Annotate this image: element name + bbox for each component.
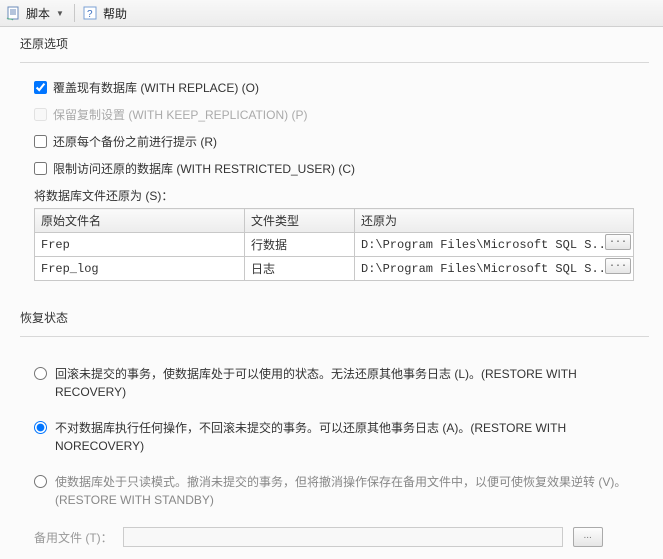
help-icon: ? [83, 5, 99, 21]
checkbox-prompt-each-input[interactable] [34, 135, 47, 148]
svg-text:?: ? [87, 9, 93, 20]
radio-standby-input[interactable] [34, 475, 47, 488]
script-button[interactable]: 脚本 [26, 5, 50, 22]
browse-button[interactable]: ... [605, 258, 631, 274]
recovery-state-group: 回滚未提交的事务，使数据库处于可以使用的状态。无法还原其他事务日志 (L)。(R… [20, 349, 649, 551]
radio-norecovery[interactable]: 不对数据库执行任何操作，不回滚未提交的事务。可以还原其他事务日志 (A)。(RE… [34, 419, 645, 455]
standby-file-row: 备用文件 (T)： ... [34, 527, 645, 547]
radio-norecovery-input[interactable] [34, 421, 47, 434]
help-button[interactable]: 帮助 [103, 5, 127, 22]
separator [20, 62, 649, 63]
radio-recovery-input[interactable] [34, 367, 47, 380]
standby-file-input [123, 527, 563, 547]
col-restore-as[interactable]: 还原为 [355, 209, 634, 233]
cell-restore-text: D:\Program Files\Microsoft SQL S... [361, 262, 613, 276]
checkbox-keep-replication: 保留复制设置 (WITH KEEP_REPLICATION) (P) [34, 106, 645, 123]
radio-norecovery-label: 不对数据库执行任何操作，不回滚未提交的事务。可以还原其他事务日志 (A)。(RE… [55, 419, 635, 455]
restore-options-group: 覆盖现有数据库 (WITH REPLACE) (O) 保留复制设置 (WITH … [20, 75, 649, 285]
radio-standby[interactable]: 使数据库处于只读模式。撤消未提交的事务，但将撤消操作保存在备用文件中，以便可使恢… [34, 473, 645, 509]
browse-button[interactable]: ... [605, 234, 631, 250]
checkbox-restricted-user-label: 限制访问还原的数据库 (WITH RESTRICTED_USER) (C) [53, 160, 355, 177]
main-content: 还原选项 覆盖现有数据库 (WITH REPLACE) (O) 保留复制设置 (… [0, 27, 663, 559]
checkbox-overwrite-input[interactable] [34, 81, 47, 94]
cell-type: 日志 [245, 257, 355, 281]
radio-recovery-label: 回滚未提交的事务，使数据库处于可以使用的状态。无法还原其他事务日志 (L)。(R… [55, 365, 635, 401]
checkbox-prompt-each[interactable]: 还原每个备份之前进行提示 (R) [34, 133, 645, 150]
col-type[interactable]: 文件类型 [245, 209, 355, 233]
radio-recovery[interactable]: 回滚未提交的事务，使数据库处于可以使用的状态。无法还原其他事务日志 (L)。(R… [34, 365, 645, 401]
cell-restore-text: D:\Program Files\Microsoft SQL S... [361, 238, 613, 252]
toolbar-separator [74, 4, 75, 22]
table-header-row: 原始文件名 文件类型 还原为 [35, 209, 634, 233]
table-row[interactable]: Frep 行数据 D:\Program Files\Microsoft SQL … [35, 233, 634, 257]
toolbar: 脚本 ▼ ? 帮助 [0, 0, 663, 27]
separator [20, 336, 649, 337]
restore-files-table: 原始文件名 文件类型 还原为 Frep 行数据 D:\Program Files… [34, 208, 634, 281]
cell-orig: Frep_log [35, 257, 245, 281]
checkbox-keep-replication-input [34, 108, 47, 121]
cell-type: 行数据 [245, 233, 355, 257]
cell-restore[interactable]: D:\Program Files\Microsoft SQL S... ... [355, 257, 634, 281]
script-icon [6, 5, 22, 21]
standby-file-label: 备用文件 (T)： [34, 529, 113, 546]
restore-options-title: 还原选项 [20, 35, 649, 52]
recovery-state-title: 恢复状态 [20, 309, 649, 326]
cell-orig: Frep [35, 233, 245, 257]
checkbox-overwrite[interactable]: 覆盖现有数据库 (WITH REPLACE) (O) [34, 79, 645, 96]
checkbox-keep-replication-label: 保留复制设置 (WITH KEEP_REPLICATION) (P) [53, 106, 307, 123]
checkbox-restricted-user-input[interactable] [34, 162, 47, 175]
radio-standby-label: 使数据库处于只读模式。撤消未提交的事务，但将撤消操作保存在备用文件中，以便可使恢… [55, 473, 635, 509]
table-row[interactable]: Frep_log 日志 D:\Program Files\Microsoft S… [35, 257, 634, 281]
checkbox-prompt-each-label: 还原每个备份之前进行提示 (R) [53, 133, 217, 150]
checkbox-restricted-user[interactable]: 限制访问还原的数据库 (WITH RESTRICTED_USER) (C) [34, 160, 645, 177]
script-dropdown-icon[interactable]: ▼ [54, 9, 66, 18]
col-original[interactable]: 原始文件名 [35, 209, 245, 233]
restore-files-label: 将数据库文件还原为 (S)： [34, 187, 645, 204]
checkbox-overwrite-label: 覆盖现有数据库 (WITH REPLACE) (O) [53, 79, 259, 96]
standby-browse-button: ... [573, 527, 603, 547]
cell-restore[interactable]: D:\Program Files\Microsoft SQL S... ... [355, 233, 634, 257]
